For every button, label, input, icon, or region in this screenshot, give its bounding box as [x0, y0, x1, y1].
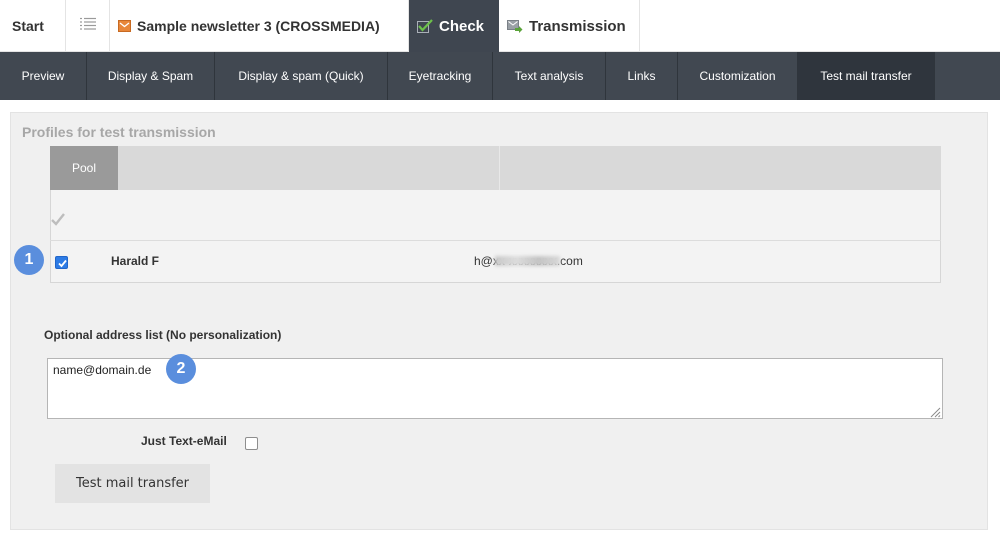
tab-display-spam-quick-label: Display & spam (Quick): [238, 69, 364, 83]
tab-display-spam[interactable]: Display & Spam: [87, 52, 215, 100]
tab-text-analysis[interactable]: Text analysis: [493, 52, 606, 100]
nav-newsletter[interactable]: Sample newsletter 3 (CROSSMEDIA): [110, 0, 409, 52]
annotation-badge-2: 2: [166, 354, 196, 384]
tab-customization-label: Customization: [699, 69, 776, 83]
nav-start[interactable]: Start: [0, 0, 66, 52]
address-list-label: Optional address list (No personalizatio…: [44, 328, 282, 342]
tab-links-label: Links: [627, 69, 656, 83]
nav-list[interactable]: [66, 0, 110, 52]
resize-grip-icon[interactable]: [929, 405, 941, 423]
top-navigation: Start Sample newsletter 3 (CROSSMEDIA) C…: [0, 0, 1000, 52]
tab-display-spam-quick[interactable]: Display & spam (Quick): [215, 52, 388, 100]
nav-transmission[interactable]: Transmission: [499, 0, 640, 52]
nav-check-label: Check: [439, 17, 485, 35]
profiles-table-header: [50, 146, 941, 190]
envelope-icon: [118, 20, 131, 32]
profile-name: Harald F: [111, 254, 160, 268]
just-text-email-checkbox[interactable]: [245, 437, 258, 450]
nav-transmission-label: Transmission: [529, 17, 626, 35]
header-divider: [499, 146, 500, 190]
annotation-badge-1: 1: [14, 245, 44, 275]
test-mail-transfer-button[interactable]: Test mail transfer: [55, 464, 210, 503]
check-subnavigation: Preview Display & Spam Display & spam (Q…: [0, 52, 1000, 100]
row-divider: [50, 240, 941, 241]
check-icon: [417, 19, 433, 33]
tab-test-mail-transfer-label: Test mail transfer: [820, 69, 912, 83]
tab-eyetracking-label: Eyetracking: [408, 69, 472, 83]
email-redaction: [495, 256, 560, 266]
tab-customization[interactable]: Customization: [678, 52, 798, 100]
tab-test-mail-transfer[interactable]: Test mail transfer: [798, 52, 935, 100]
just-text-email-label: Just Text-eMail: [141, 434, 227, 448]
tab-pool[interactable]: Pool: [50, 146, 118, 190]
list-icon: [79, 17, 97, 35]
tab-preview[interactable]: Preview: [0, 52, 87, 100]
send-mail-icon: [507, 19, 523, 33]
tab-text-analysis-label: Text analysis: [514, 69, 584, 83]
tab-display-spam-label: Display & Spam: [107, 69, 194, 83]
tab-preview-label: Preview: [21, 69, 65, 83]
select-all-check-icon[interactable]: [50, 211, 66, 232]
tab-eyetracking[interactable]: Eyetracking: [388, 52, 493, 100]
profile-checkbox[interactable]: [55, 256, 68, 269]
nav-newsletter-label: Sample newsletter 3 (CROSSMEDIA): [137, 18, 380, 34]
profiles-table: [50, 190, 941, 283]
tab-links[interactable]: Links: [606, 52, 678, 100]
nav-check[interactable]: Check: [409, 0, 499, 52]
nav-start-label: Start: [12, 18, 44, 34]
panel-title: Profiles for test transmission: [22, 124, 216, 140]
checkbox-check-icon: [58, 259, 67, 268]
